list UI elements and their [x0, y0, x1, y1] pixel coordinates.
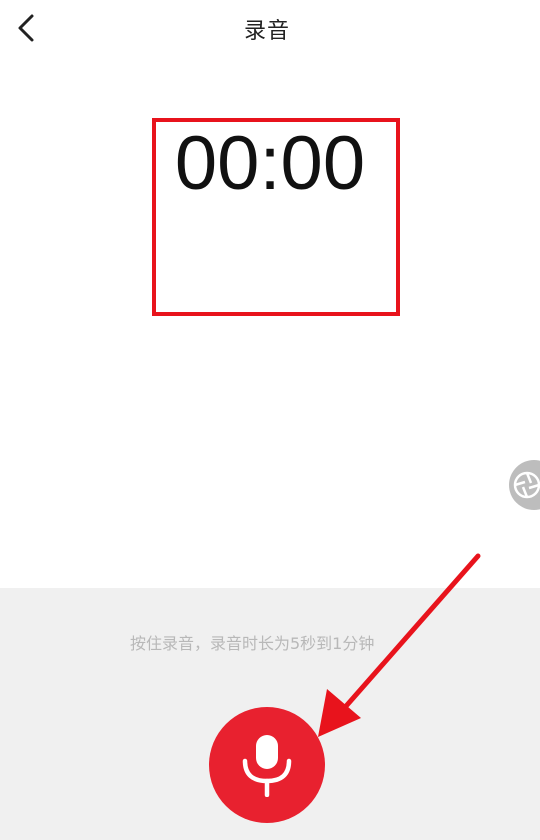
header-bar: 录音 — [0, 0, 540, 56]
record-hint-text: 按住录音，录音时长为5秒到1分钟 — [130, 634, 375, 653]
mic-button[interactable] — [209, 707, 325, 823]
floating-assist-button[interactable] — [509, 460, 540, 510]
record-panel: 按住录音，录音时长为5秒到1分钟 — [0, 588, 540, 840]
shutter-icon — [513, 471, 540, 499]
microphone-icon — [242, 735, 292, 797]
page-title: 录音 — [243, 19, 290, 44]
timer-highlight-annotation — [152, 118, 400, 316]
